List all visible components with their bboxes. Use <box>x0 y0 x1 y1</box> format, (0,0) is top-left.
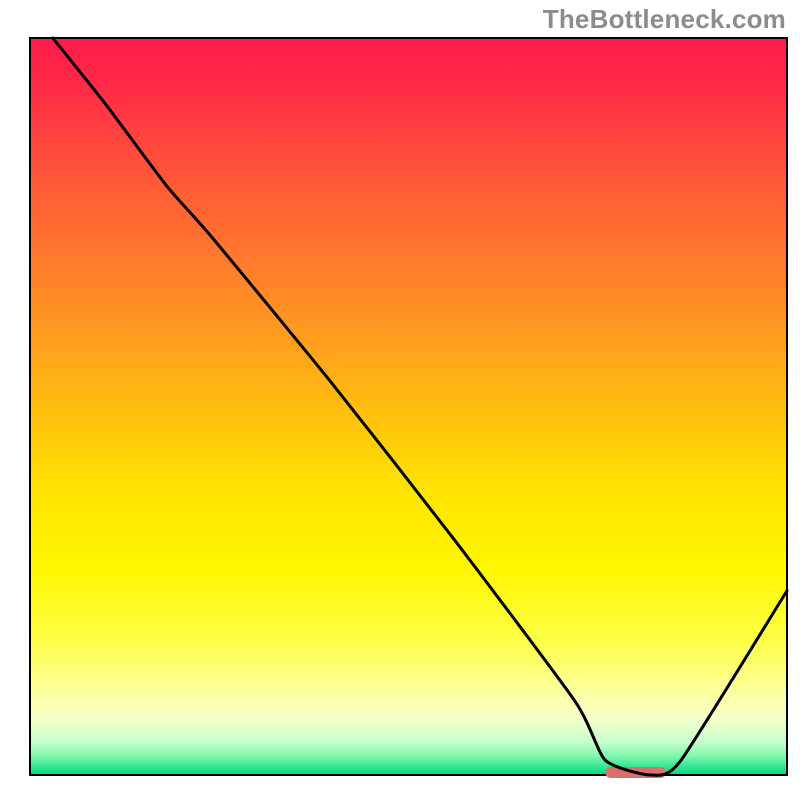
bottleneck-chart <box>0 0 800 800</box>
plot-background <box>30 38 787 775</box>
